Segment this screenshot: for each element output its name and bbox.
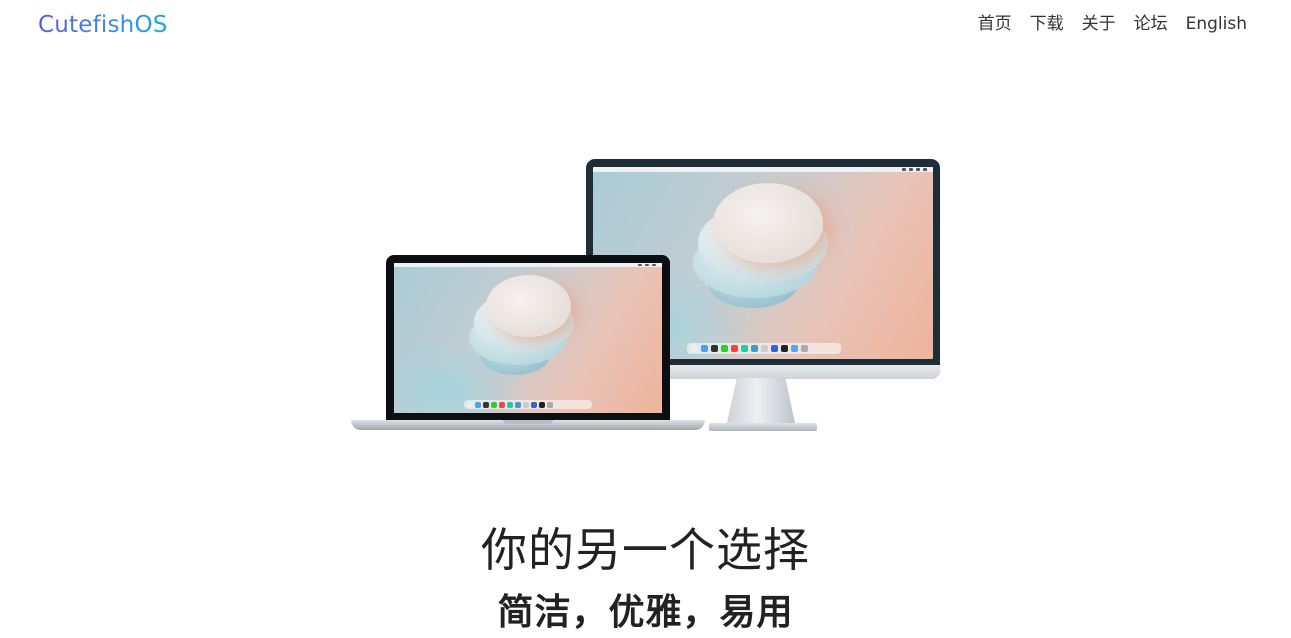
laptop-screen	[394, 263, 662, 413]
hero-title: 你的另一个选择	[481, 523, 810, 577]
laptop-illustration	[386, 255, 670, 421]
hero-devices-image	[0, 0, 1291, 440]
hero-subtitle: 简洁，优雅，易用	[497, 592, 794, 633]
monitor-stand	[726, 378, 796, 424]
page: CutefishOS 首页 下载 关于 论坛 English 你的另一个选择 简…	[0, 0, 1291, 638]
laptop-notch	[503, 420, 553, 424]
monitor-stand-base	[709, 423, 817, 431]
